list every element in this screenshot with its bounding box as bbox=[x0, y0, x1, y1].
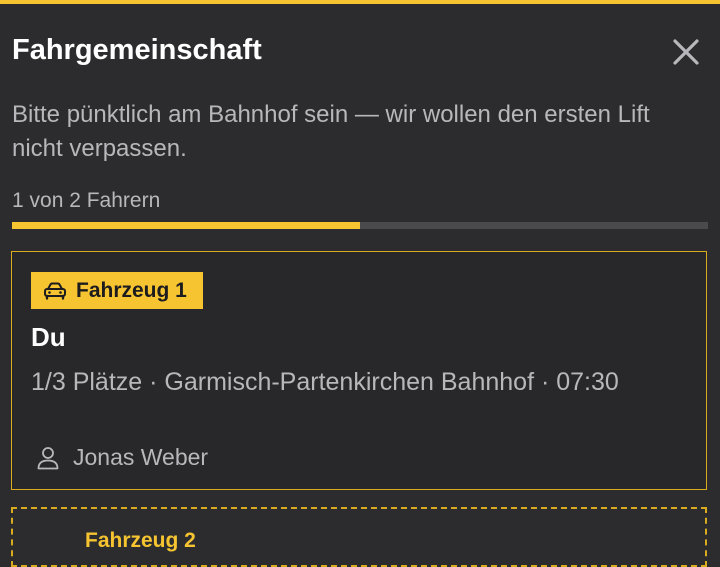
dialog-title: Fahrgemeinschaft bbox=[12, 34, 262, 66]
close-button[interactable] bbox=[672, 38, 700, 66]
driver-name: Du bbox=[31, 322, 66, 352]
progress-bar bbox=[12, 222, 708, 229]
vehicle-badge: Fahrzeug 1 bbox=[31, 272, 203, 309]
progress-label: 1 von 2 Fahrern bbox=[12, 189, 161, 212]
vehicle-card-2[interactable]: Fahrzeug 2 bbox=[11, 507, 707, 567]
close-icon bbox=[673, 39, 699, 65]
vehicle-2-label: Fahrzeug 2 bbox=[85, 529, 196, 552]
vehicle-card[interactable]: Fahrzeug 1 Du 1/3 Plätze · Garmisch-Part… bbox=[11, 251, 707, 490]
car-icon bbox=[43, 282, 67, 300]
vehicle-label: Fahrzeug 1 bbox=[76, 278, 187, 302]
info-message: Bitte pünktlich am Bahnhof sein — wir wo… bbox=[12, 101, 650, 162]
progress-bar-fill bbox=[12, 222, 360, 229]
top-accent-bar bbox=[0, 0, 720, 4]
passenger-item: Jonas Weber bbox=[37, 444, 208, 471]
person-icon bbox=[37, 446, 59, 470]
vehicle-details: 1/3 Plätze · Garmisch-Partenkirchen Bahn… bbox=[31, 368, 619, 396]
dialog-header: Fahrgemeinschaft bbox=[12, 32, 708, 72]
passenger-name: Jonas Weber bbox=[73, 444, 209, 470]
